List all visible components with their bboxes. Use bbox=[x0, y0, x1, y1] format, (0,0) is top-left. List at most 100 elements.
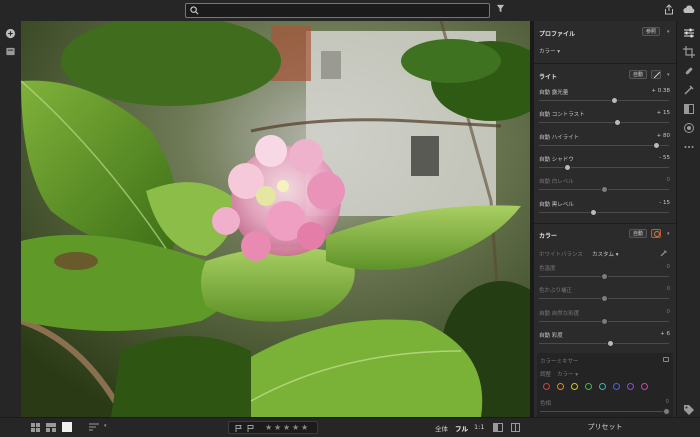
light-slider-track[interactable] bbox=[539, 122, 669, 124]
brush-icon[interactable] bbox=[683, 84, 695, 96]
color-auto-button[interactable]: 自動 bbox=[629, 229, 648, 238]
add-photo-icon[interactable] bbox=[5, 28, 16, 39]
mixer-color-swatch[interactable] bbox=[557, 383, 564, 390]
star-icon[interactable]: ★ bbox=[274, 423, 281, 432]
color-slider-track[interactable] bbox=[539, 342, 669, 344]
mixer-color-swatch[interactable] bbox=[627, 383, 634, 390]
grid-view-icon[interactable] bbox=[31, 423, 40, 432]
profile-collapse-icon[interactable]: ▾ bbox=[667, 29, 670, 35]
mixer-color-swatch[interactable] bbox=[585, 383, 592, 390]
share-icon[interactable] bbox=[664, 4, 674, 15]
pick-flag-icon[interactable] bbox=[235, 425, 242, 432]
before-after-icon[interactable] bbox=[511, 423, 520, 432]
light-slider-track[interactable] bbox=[539, 100, 669, 101]
light-slider-thumb[interactable] bbox=[652, 141, 660, 149]
light-curve-button[interactable] bbox=[651, 70, 661, 79]
mixer-hue-track[interactable] bbox=[540, 411, 668, 412]
color-collapse-icon[interactable]: ▾ bbox=[667, 231, 670, 237]
section-divider bbox=[534, 223, 676, 224]
color-slider-thumb[interactable] bbox=[600, 317, 608, 325]
right-rail bbox=[676, 21, 700, 434]
light-slider-thumb[interactable] bbox=[564, 163, 572, 171]
preset-button[interactable]: プリセット bbox=[534, 418, 676, 437]
library-icon[interactable] bbox=[5, 46, 16, 57]
mixer-adjust-label: 調整 bbox=[540, 372, 552, 378]
star-icon[interactable]: ★ bbox=[301, 423, 308, 432]
mixer-color-swatch[interactable] bbox=[599, 383, 606, 390]
hydrangea-photo bbox=[21, 21, 530, 417]
radial-gradient-icon[interactable] bbox=[683, 122, 695, 134]
fit-full-button[interactable]: フル bbox=[455, 423, 468, 433]
edit-panel: プロファイル 参照 ▾ カラー ▾ ライト 自動 ▾ 自動 露光量 + 0.38 自… bbox=[534, 21, 676, 417]
search-input[interactable] bbox=[185, 3, 490, 18]
light-slider-label: 自動 コントラスト bbox=[539, 112, 585, 119]
section-divider bbox=[534, 63, 676, 64]
detail-view-icon[interactable] bbox=[62, 422, 72, 432]
star-icon[interactable]: ★ bbox=[283, 423, 290, 432]
light-slider-value[interactable]: 0 bbox=[667, 177, 671, 183]
curve-icon bbox=[653, 72, 660, 78]
color-slider-value[interactable]: + 6 bbox=[660, 331, 670, 337]
mixer-color-swatch[interactable] bbox=[613, 383, 620, 390]
light-slider-thumb[interactable] bbox=[613, 119, 621, 127]
light-slider-value[interactable]: - 55 bbox=[659, 155, 670, 161]
zoom-ratio-button[interactable]: 1:1 bbox=[474, 423, 484, 431]
color-slider-thumb[interactable] bbox=[600, 295, 608, 303]
more-options-icon[interactable] bbox=[683, 141, 695, 153]
color-slider-value[interactable]: 0 bbox=[667, 264, 671, 270]
light-slider-track[interactable] bbox=[539, 166, 669, 168]
color-mixer-title: カラーミキサー bbox=[540, 359, 579, 365]
color-slider-value[interactable]: 0 bbox=[667, 309, 671, 315]
sort-icon[interactable] bbox=[89, 423, 99, 431]
mixer-color-swatch[interactable] bbox=[641, 383, 648, 390]
mixer-color-swatch[interactable] bbox=[543, 383, 550, 390]
color-slider-thumb[interactable] bbox=[607, 339, 614, 347]
light-slider-track[interactable] bbox=[539, 211, 669, 213]
reject-flag-icon[interactable] bbox=[247, 425, 254, 432]
color-slider-label: 自動 自然な彩度 bbox=[539, 310, 580, 317]
color-slider-label: 色温度 bbox=[539, 266, 556, 272]
light-slider-thumb[interactable] bbox=[610, 97, 618, 104]
healing-brush-icon[interactable] bbox=[683, 65, 695, 77]
cloud-icon[interactable] bbox=[682, 5, 695, 14]
eyedropper-icon[interactable] bbox=[660, 249, 668, 257]
color-slider-label: 色かぶり補正 bbox=[539, 288, 573, 295]
color-slider-thumb[interactable] bbox=[600, 273, 608, 280]
light-title: ライト bbox=[539, 74, 558, 81]
light-slider-value[interactable]: + 0.38 bbox=[651, 88, 670, 94]
color-wheel-icon bbox=[653, 231, 660, 237]
mixer-color-swatch[interactable] bbox=[571, 383, 578, 390]
profile-title: プロファイル bbox=[539, 31, 576, 38]
star-icon[interactable]: ★ bbox=[265, 423, 272, 432]
mixer-hue-thumb[interactable] bbox=[663, 408, 670, 415]
light-collapse-icon[interactable]: ▾ bbox=[667, 72, 670, 78]
profile-browse-button[interactable]: 参照 bbox=[642, 27, 661, 36]
mixer-adjust-select[interactable]: カラー ▾ bbox=[557, 370, 578, 378]
fit-all-button[interactable]: 全体 bbox=[435, 423, 448, 433]
linear-gradient-icon[interactable] bbox=[683, 103, 695, 115]
square-grid-view-icon[interactable] bbox=[46, 423, 56, 432]
tag-icon[interactable] bbox=[683, 404, 695, 416]
light-slider-track[interactable] bbox=[539, 144, 669, 146]
light-slider-thumb[interactable] bbox=[600, 186, 608, 194]
color-title: カラー bbox=[539, 233, 558, 240]
color-mixer-toggle[interactable] bbox=[651, 229, 661, 238]
white-balance-select[interactable]: カスタム ▾ bbox=[592, 250, 619, 258]
star-icon[interactable]: ★ bbox=[292, 423, 299, 432]
crop-icon[interactable] bbox=[683, 46, 695, 58]
light-auto-button[interactable]: 自動 bbox=[629, 70, 648, 79]
filter-icon[interactable] bbox=[496, 4, 505, 13]
color-slider-value[interactable]: 0 bbox=[667, 286, 671, 292]
light-slider-value[interactable]: - 15 bbox=[659, 200, 670, 206]
edit-sliders-icon[interactable] bbox=[683, 27, 695, 39]
mixer-toggle-icon[interactable] bbox=[663, 357, 669, 362]
light-slider-value[interactable]: + 80 bbox=[657, 133, 670, 139]
light-slider-value[interactable]: + 15 bbox=[657, 110, 670, 116]
photo-canvas[interactable] bbox=[21, 21, 530, 417]
compare-view-icon[interactable] bbox=[493, 423, 503, 432]
light-slider-thumb[interactable] bbox=[590, 208, 598, 216]
light-slider-label: 自動 白レベル bbox=[539, 179, 574, 186]
sort-dropdown-icon[interactable]: ▾ bbox=[104, 423, 107, 429]
profile-select[interactable]: カラー ▾ bbox=[539, 47, 560, 55]
bottom-bar: ▾ ★ ★ ★ ★ ★ 全体 フル 1:1 プリセット bbox=[0, 417, 700, 437]
